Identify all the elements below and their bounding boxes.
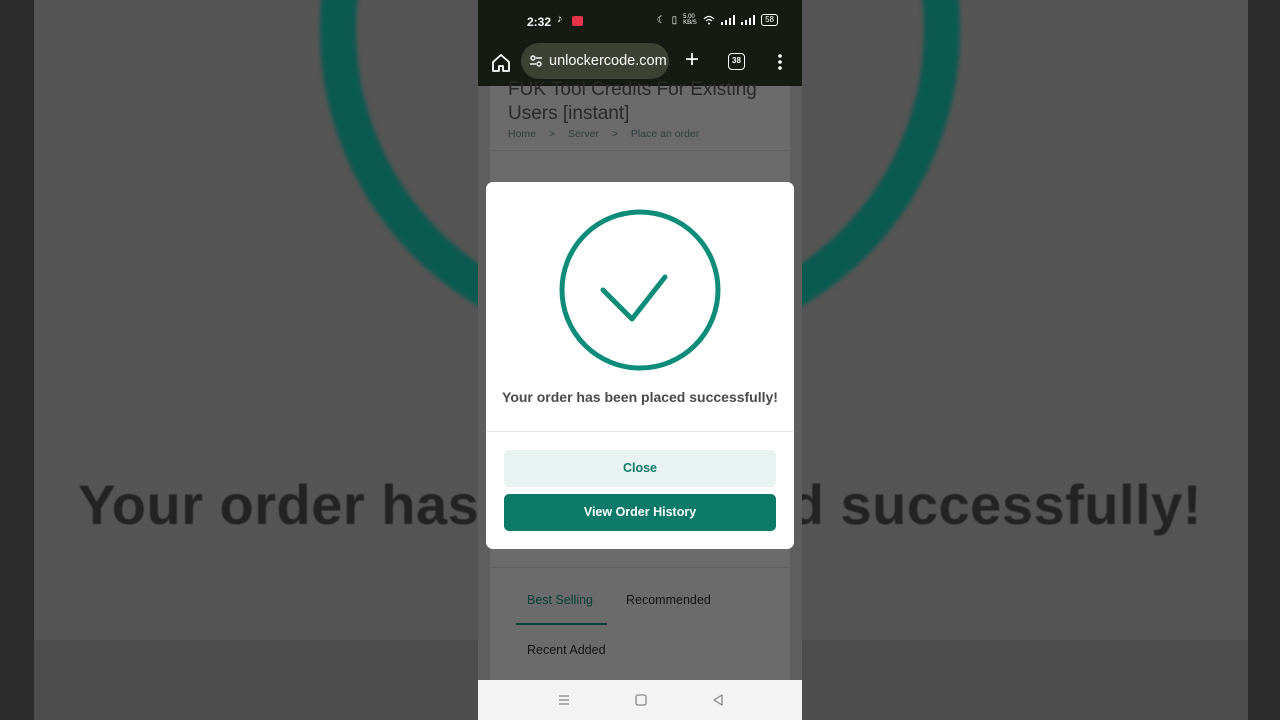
battery-icon: 58 [761, 14, 778, 26]
android-nav-bar [478, 680, 802, 720]
moon-icon: ☾ [656, 14, 666, 26]
breadcrumb-separator: > [611, 128, 618, 140]
net-speed: 5.00 KB/S [683, 14, 697, 26]
status-icons: ☾ ▯ 5.00 KB/S 58 [657, 14, 778, 26]
view-order-history-button[interactable]: View Order History [504, 494, 776, 531]
product-title: FUK Tool Credits For Existing Users [ins… [508, 79, 757, 124]
close-button[interactable]: Close [504, 450, 776, 487]
vibrate-icon: ▯ [671, 14, 678, 26]
breadcrumb-separator: > [548, 128, 556, 140]
tab-best-selling[interactable]: Best Selling [527, 593, 593, 607]
tab-recommended[interactable]: Recommended [626, 593, 711, 607]
success-message: Your order has been placed successfully! [502, 389, 778, 405]
wifi-icon [703, 15, 715, 25]
back-triangle-icon[interactable] [710, 692, 726, 708]
notification-icon: ♪ [557, 13, 563, 25]
status-bar: 2:32 ♪ ☾ ▯ 5.00 KB/S 58 [478, 0, 802, 42]
more-menu-icon[interactable] [770, 51, 790, 73]
url-text[interactable]: unlockercode.com [549, 53, 667, 69]
address-bar[interactable]: unlockercode.com [521, 43, 669, 79]
status-time: 2:32 [527, 15, 552, 29]
tab-switcher-button[interactable]: 38 [728, 53, 745, 70]
square-icon[interactable] [633, 692, 649, 708]
home-icon[interactable] [490, 52, 512, 74]
signal-icon [721, 15, 736, 25]
menu-icon[interactable] [556, 692, 572, 708]
youtube-notification-icon [572, 16, 583, 26]
modal-divider [486, 431, 794, 432]
site-settings-icon[interactable] [529, 54, 543, 68]
breadcrumb-current: Place an order [630, 128, 700, 140]
breadcrumb-server[interactable]: Server [568, 128, 599, 140]
success-check-icon [559, 209, 721, 371]
divider [490, 150, 790, 151]
active-tab-underline [516, 623, 607, 625]
success-modal: Your order has been placed successfully!… [486, 182, 794, 549]
breadcrumb-home[interactable]: Home [508, 128, 536, 140]
breadcrumb: Home > Server > Place an order [508, 128, 709, 140]
new-tab-plus-icon[interactable]: + [682, 48, 702, 72]
signal-icon-2 [741, 15, 756, 25]
tab-recent-added[interactable]: Recent Added [527, 643, 606, 657]
phone-screen: 2:32 ♪ ☾ ▯ 5.00 KB/S 58 unlockercode.com… [478, 0, 802, 720]
divider [490, 567, 790, 568]
